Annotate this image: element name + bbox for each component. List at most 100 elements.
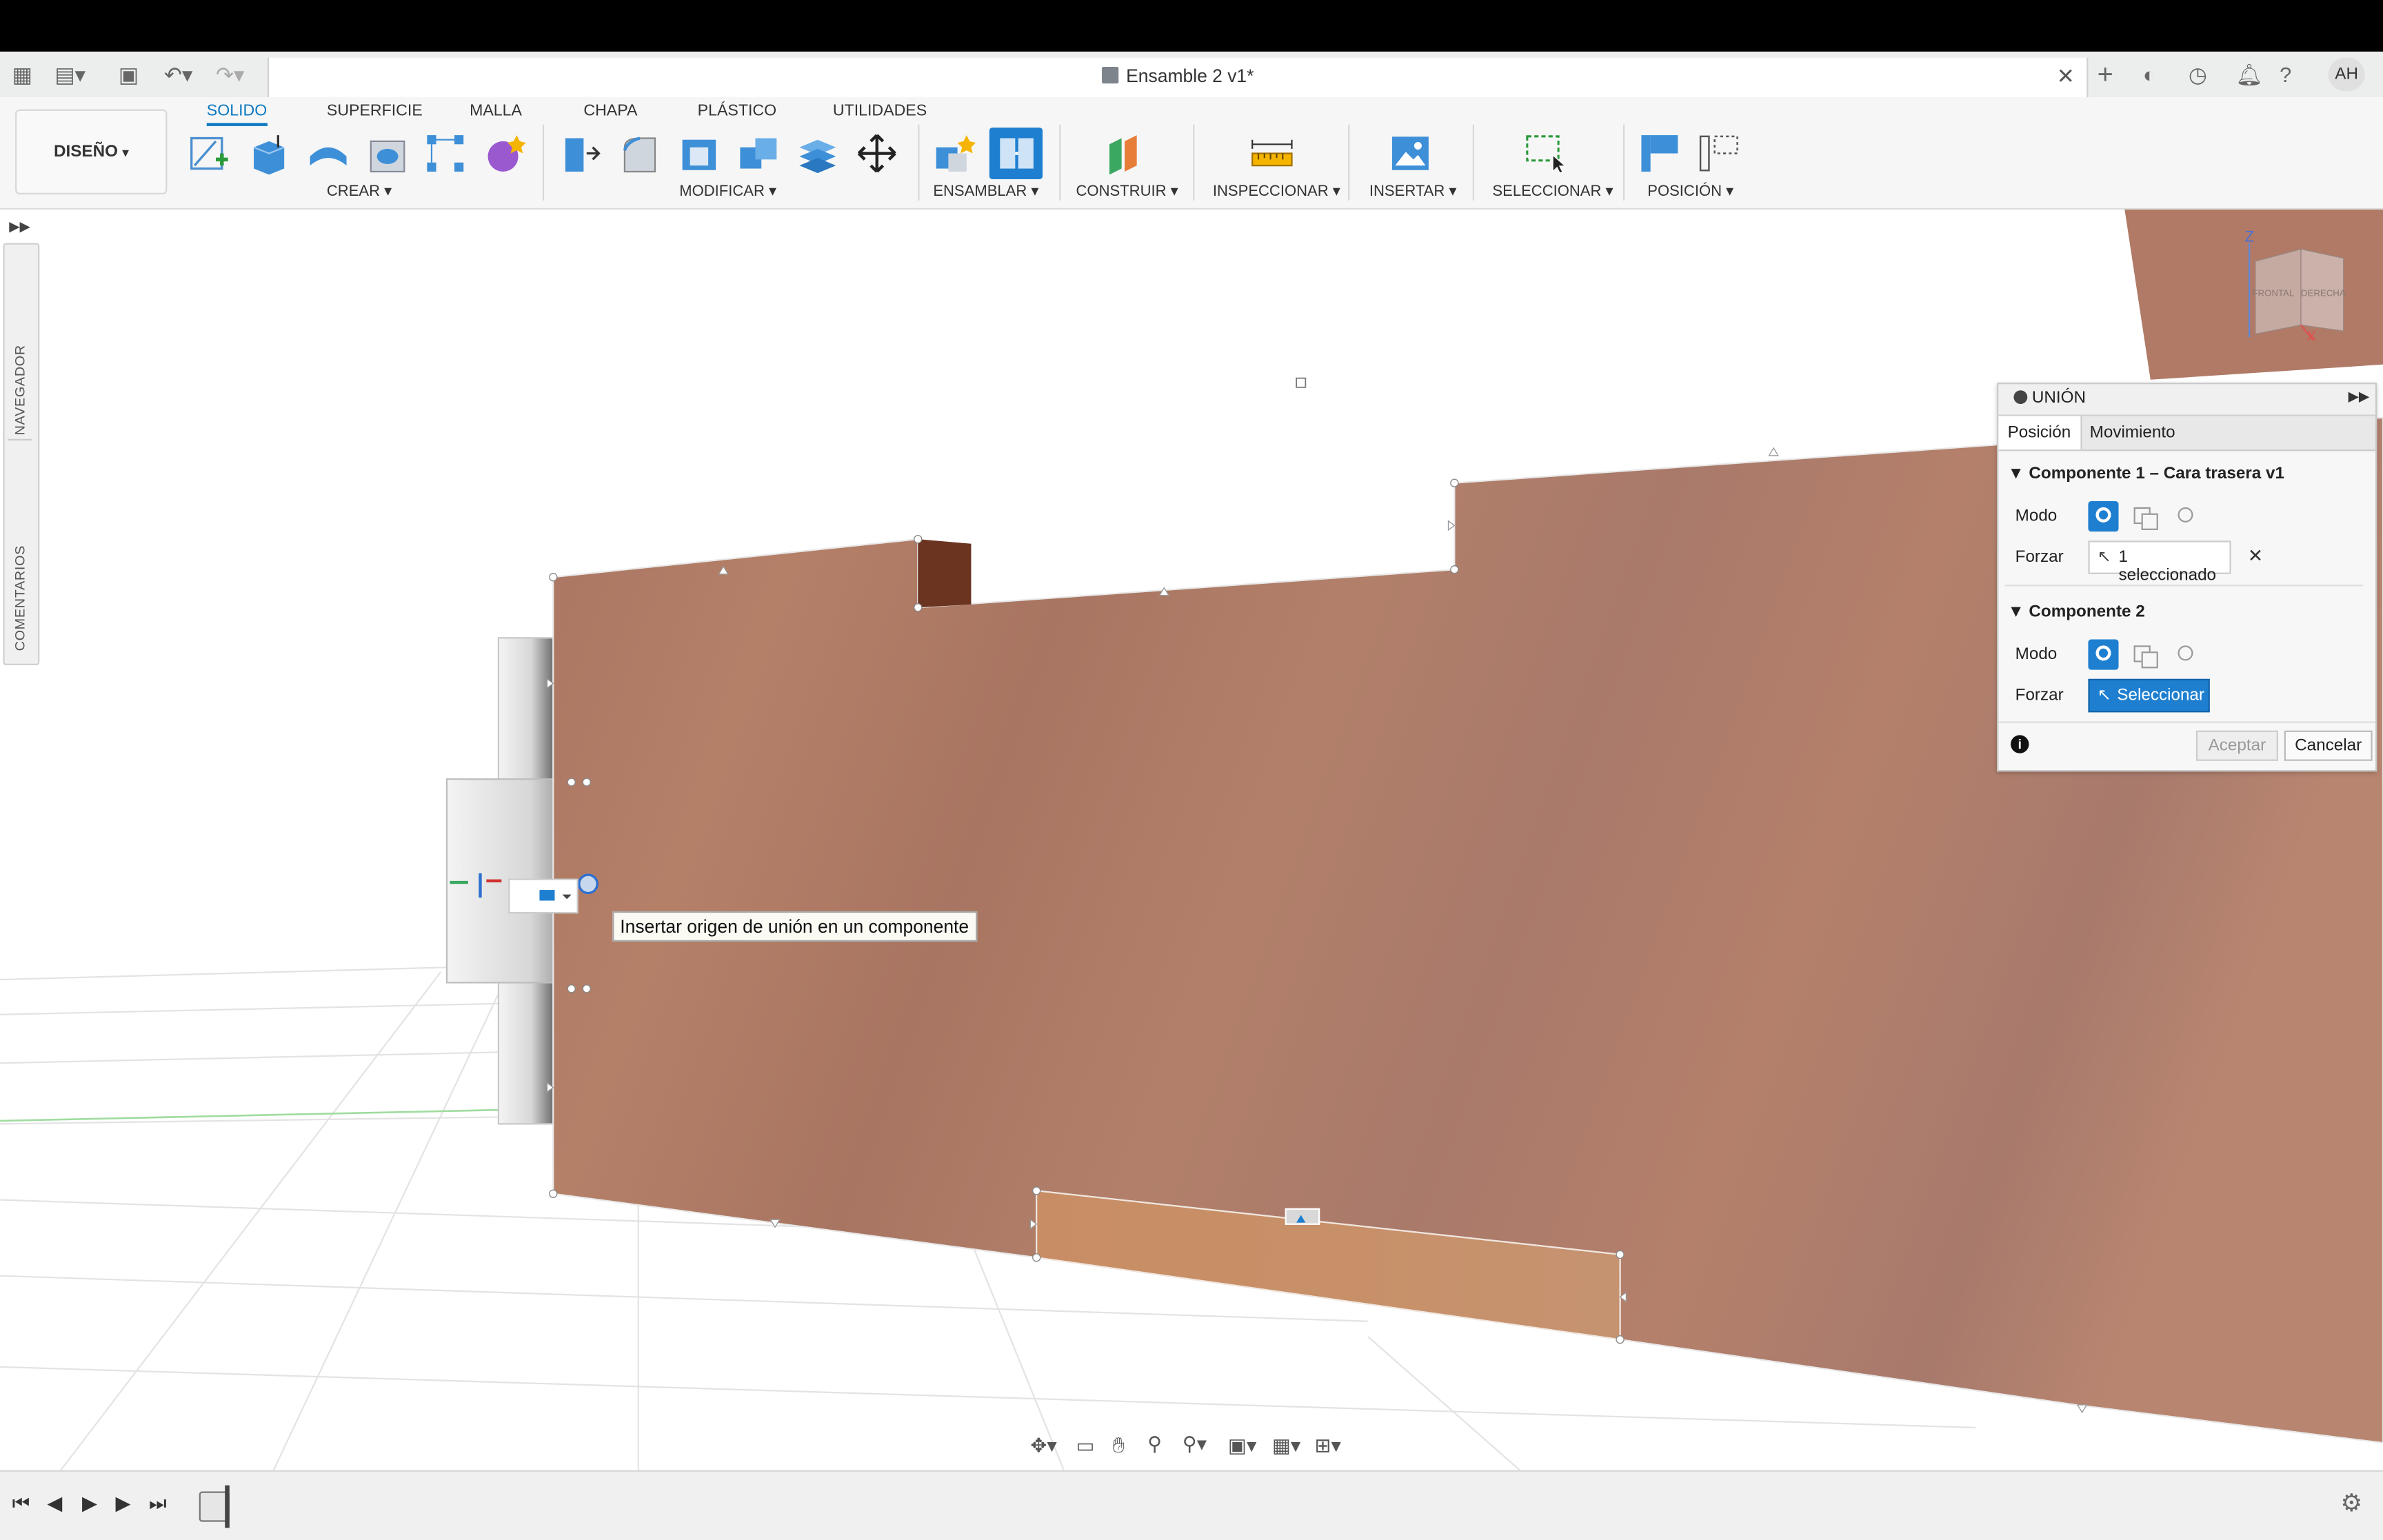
- create-sketch-icon[interactable]: [188, 132, 231, 175]
- fillet-icon[interactable]: [619, 132, 661, 175]
- mode-center-button[interactable]: [2170, 501, 2200, 531]
- fit-icon[interactable]: ⚲▾: [1183, 1432, 1207, 1457]
- notifications-icon[interactable]: 🔔︎: [2235, 52, 2262, 97]
- component1-snap-value: 1 seleccionado: [2118, 548, 2217, 585]
- step-back-icon[interactable]: ◀: [47, 1492, 62, 1516]
- move-copy-icon[interactable]: [856, 132, 898, 175]
- group-modificar[interactable]: MODIFICAR ▾: [679, 184, 776, 201]
- minus-circle-icon[interactable]: [2013, 390, 2028, 405]
- workspace-dropdown[interactable]: DISEÑO ▾: [15, 109, 168, 195]
- orbit-icon[interactable]: ✥▾: [1030, 1434, 1056, 1458]
- component2-header[interactable]: ▼ Componente 2: [2008, 603, 2145, 621]
- job-status-icon[interactable]: ◷: [2189, 52, 2207, 97]
- mode-simple-button[interactable]: [2088, 501, 2119, 532]
- tab-solido[interactable]: SOLIDO: [206, 100, 268, 126]
- zoom-icon[interactable]: ⚲: [1147, 1432, 1162, 1457]
- settings-gear-icon[interactable]: ⚙: [2340, 1488, 2362, 1519]
- tab-movimiento[interactable]: Movimiento: [2080, 416, 2184, 449]
- offset-face-icon[interactable]: [796, 132, 839, 175]
- offset-plane-icon[interactable]: [1103, 132, 1146, 175]
- pan-icon[interactable]: ✋︎: [1112, 1432, 1125, 1458]
- combine-icon[interactable]: [737, 132, 780, 175]
- create-form-icon[interactable]: [483, 132, 526, 175]
- expand-panel-icon[interactable]: ▶▶: [9, 219, 30, 235]
- component1-header[interactable]: ▼ Componente 1 – Cara trasera v1: [2008, 465, 2284, 483]
- group-construir[interactable]: CONSTRUIR ▾: [1076, 184, 1178, 201]
- extrude-icon[interactable]: [248, 132, 290, 175]
- apps-grid-icon[interactable]: ▦: [12, 52, 32, 97]
- timeline-marker[interactable]: [225, 1485, 230, 1528]
- hole-icon[interactable]: [366, 132, 409, 175]
- window-select-icon[interactable]: [1525, 132, 1567, 175]
- viewports-icon[interactable]: ⊞▾: [1315, 1434, 1341, 1458]
- step-forward-icon[interactable]: ▶︎: [116, 1492, 131, 1516]
- tab-utilidades[interactable]: UTILIDADES: [833, 100, 927, 121]
- tab-malla[interactable]: MALLA: [470, 100, 522, 121]
- clear-selection-icon[interactable]: ✕: [2248, 545, 2263, 567]
- shell-icon[interactable]: [678, 132, 721, 175]
- center-mode-icon: [2178, 645, 2193, 661]
- undo-icon[interactable]: ↶▾: [164, 52, 192, 97]
- extensions-icon[interactable]: ◐: [2143, 52, 2156, 97]
- revolve-icon[interactable]: [307, 132, 350, 175]
- tab-plastico[interactable]: PLÁSTICO: [698, 100, 776, 121]
- revert-position-icon[interactable]: [1698, 132, 1740, 175]
- save-icon[interactable]: ▣: [119, 52, 139, 97]
- insert-image-icon[interactable]: [1389, 132, 1432, 175]
- y-axis-line: [0, 1108, 555, 1122]
- file-menu-icon[interactable]: ▤▾: [54, 52, 86, 97]
- measure-icon[interactable]: [1251, 132, 1294, 175]
- document-title: Ensamble 2 v1*: [269, 58, 2087, 97]
- group-crear[interactable]: CREAR ▾: [327, 184, 392, 201]
- grid-settings-icon[interactable]: ▦▾: [1272, 1434, 1300, 1458]
- redo-icon[interactable]: ↷▾: [216, 52, 244, 97]
- tab-chapa[interactable]: CHAPA: [583, 100, 637, 121]
- mode-between-button[interactable]: [2129, 501, 2160, 531]
- viewcube-right-label[interactable]: DERECHA: [2301, 290, 2346, 299]
- new-tab-icon[interactable]: +: [2098, 52, 2113, 97]
- snap-tooltip: Insertar origen de unión en un component…: [612, 911, 977, 942]
- go-to-start-icon[interactable]: ⏮: [12, 1492, 30, 1516]
- user-avatar[interactable]: AH: [2328, 57, 2365, 92]
- group-posicion[interactable]: POSICIÓN ▾: [1647, 184, 1733, 201]
- mode-between-button[interactable]: [2129, 640, 2160, 670]
- snap-point-highlight[interactable]: [578, 873, 599, 895]
- capture-position-icon[interactable]: [1638, 132, 1681, 175]
- ok-button[interactable]: Aceptar: [2195, 730, 2278, 761]
- help-icon[interactable]: ?: [2280, 52, 2291, 97]
- group-ensamblar[interactable]: ENSAMBLAR ▾: [933, 184, 1038, 201]
- group-inspeccionar[interactable]: INSPECCIONAR ▾: [1213, 184, 1340, 201]
- look-at-icon[interactable]: ▭: [1076, 1434, 1095, 1458]
- component1-snap-selection[interactable]: ↖ 1 seleccionado: [2088, 540, 2231, 585]
- dialog-header[interactable]: UNIÓN ▶▶: [1998, 384, 2376, 416]
- expand-dialog-icon[interactable]: ▶▶: [2349, 389, 2370, 405]
- group-seleccionar[interactable]: SELECCIONAR ▾: [1492, 184, 1613, 201]
- component2-snap-label: Forzar: [2015, 686, 2064, 705]
- play-icon[interactable]: ▶: [82, 1492, 97, 1516]
- viewcube-front-label[interactable]: FRONTAL: [2252, 290, 2294, 299]
- new-component-icon[interactable]: [933, 132, 976, 175]
- go-to-end-icon[interactable]: ⏭: [149, 1492, 167, 1516]
- component-icon: [1101, 66, 1119, 84]
- info-icon[interactable]: i: [2011, 735, 2029, 753]
- mode-center-button[interactable]: [2170, 640, 2200, 670]
- joint-button-active[interactable]: [989, 128, 1043, 179]
- display-settings-icon[interactable]: ▣▾: [1228, 1434, 1256, 1458]
- group-insertar[interactable]: INSERTAR ▾: [1369, 184, 1457, 201]
- press-pull-icon[interactable]: [559, 132, 602, 175]
- cancel-button[interactable]: Cancelar: [2284, 730, 2373, 761]
- viewcube[interactable]: Z X FRONTAL DERECHA: [2234, 227, 2355, 349]
- mode-simple-button[interactable]: [2088, 639, 2119, 670]
- close-tab-icon[interactable]: ✕: [2057, 64, 2075, 90]
- tab-superficie[interactable]: SUPERFICIE: [327, 100, 423, 121]
- cursor-icon: ↖: [2097, 686, 2111, 705]
- component1-snap-label: Forzar: [2015, 548, 2064, 567]
- navigator-tab[interactable]: NAVEGADOR: [8, 245, 32, 440]
- component2-select-button[interactable]: ↖ Seleccionar: [2088, 678, 2210, 713]
- component2-mode-label: Modo: [2015, 645, 2058, 664]
- origin-point[interactable]: [1296, 377, 1307, 388]
- comments-tab[interactable]: COMENTARIOS: [8, 445, 32, 658]
- tab-posicion[interactable]: Posición: [1998, 416, 2082, 450]
- rectangular-pattern-icon[interactable]: [424, 132, 467, 175]
- document-tab[interactable]: Ensamble 2 v1* ✕: [267, 57, 2089, 98]
